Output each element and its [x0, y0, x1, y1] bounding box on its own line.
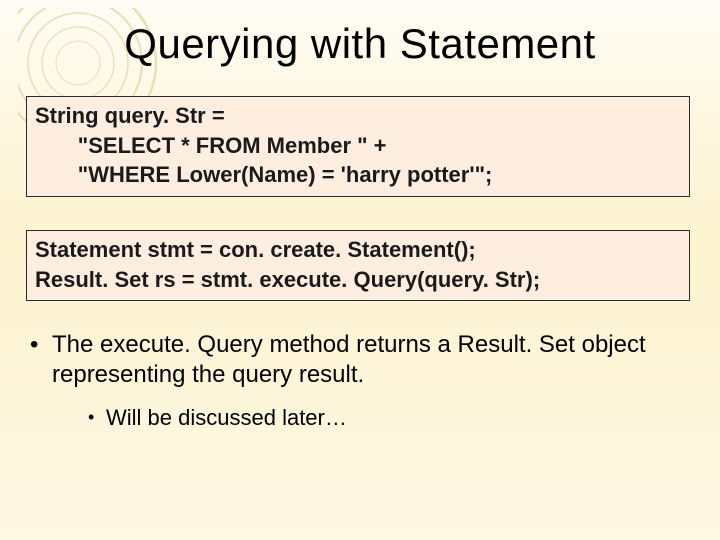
bullet-dot-icon: •: [88, 404, 106, 432]
code-line: Result. Set rs = stmt. execute. Query(qu…: [35, 265, 681, 295]
code-block-execute: Statement stmt = con. create. Statement(…: [26, 230, 690, 301]
code-line: "WHERE Lower(Name) = 'harry potter'";: [35, 160, 681, 190]
slide: Querying with Statement String query. St…: [0, 0, 720, 540]
bullet-item: • The execute. Query method returns a Re…: [30, 330, 690, 390]
code-block-querystr: String query. Str = "SELECT * FROM Membe…: [26, 96, 690, 197]
sub-bullet-text: Will be discussed later…: [106, 404, 690, 432]
code-line: String query. Str =: [35, 101, 681, 131]
sub-bullet-item: • Will be discussed later…: [88, 404, 690, 432]
bullet-list: • The execute. Query method returns a Re…: [30, 330, 690, 432]
code-line: Statement stmt = con. create. Statement(…: [35, 235, 681, 265]
bullet-dot-icon: •: [30, 330, 52, 390]
slide-title: Querying with Statement: [0, 20, 720, 68]
code-line: "SELECT * FROM Member " +: [35, 131, 681, 161]
bullet-text: The execute. Query method returns a Resu…: [52, 330, 690, 390]
